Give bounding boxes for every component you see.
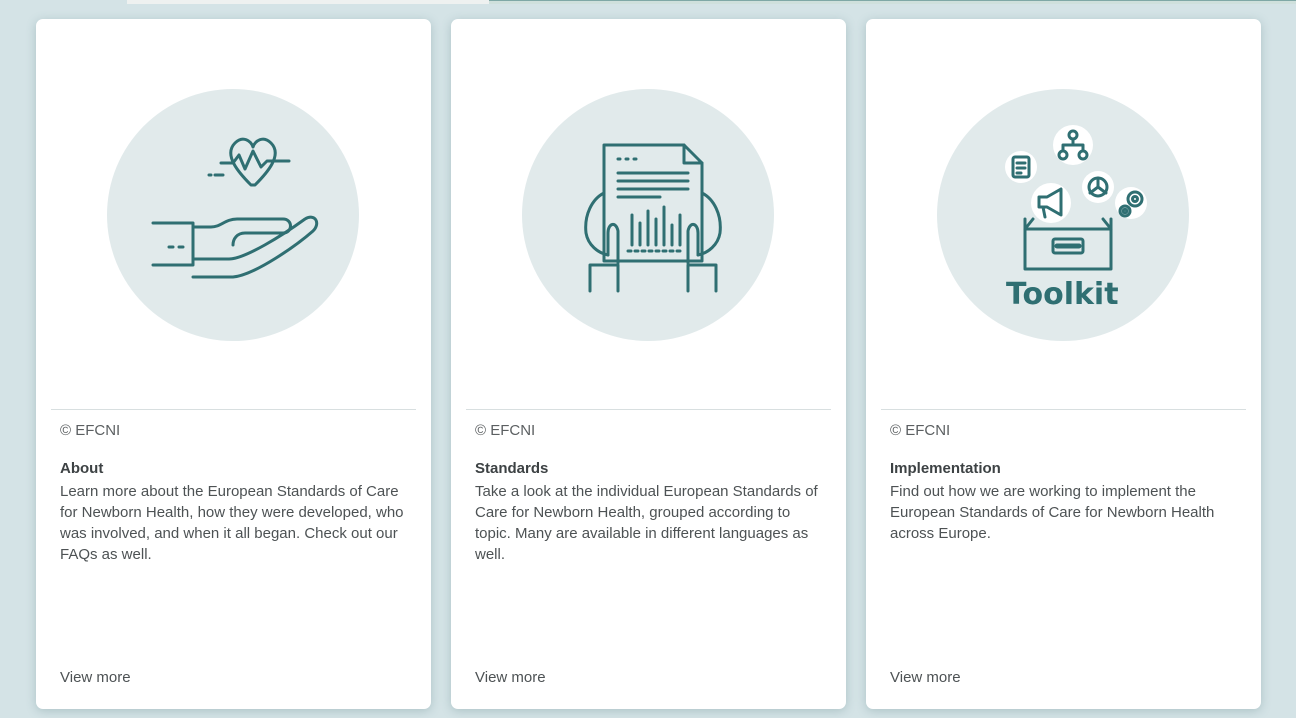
view-more-link[interactable]: View more	[475, 669, 546, 686]
card-media: Toolkit	[866, 19, 1261, 409]
card-about[interactable]: © EFCNI About Learn more about the Europ…	[36, 19, 431, 709]
top-strip-accent	[489, 0, 1296, 4]
document-chart-icon	[584, 143, 722, 293]
image-credit: © EFCNI	[60, 422, 121, 439]
card-standards[interactable]: © EFCNI Standards Take a look at the ind…	[451, 19, 846, 709]
card-divider	[881, 409, 1246, 410]
card-divider	[51, 409, 416, 410]
image-credit: © EFCNI	[890, 422, 951, 439]
card-description: Take a look at the individual European S…	[475, 483, 818, 563]
heart-hand-icon	[151, 137, 319, 279]
top-strip	[127, 0, 1296, 4]
card-title: Standards	[475, 460, 549, 477]
card-description: Find out how we are working to implement…	[890, 483, 1215, 542]
card-media	[36, 19, 431, 409]
card-title: About	[60, 460, 104, 477]
card-divider	[466, 409, 831, 410]
icon-circle	[107, 89, 359, 341]
card-media	[451, 19, 846, 409]
card-grid: © EFCNI About Learn more about the Europ…	[36, 19, 1261, 709]
icon-circle	[522, 89, 774, 341]
card-title: Implementation	[890, 460, 1001, 477]
card-implementation[interactable]: Toolkit © EFCNI Implementation Find out …	[866, 19, 1261, 709]
view-more-link[interactable]: View more	[60, 669, 131, 686]
view-more-link[interactable]: View more	[890, 669, 961, 686]
toolkit-label: Toolkit	[1006, 277, 1119, 312]
image-credit: © EFCNI	[475, 422, 536, 439]
card-description: Learn more about the European Standards …	[60, 483, 404, 563]
